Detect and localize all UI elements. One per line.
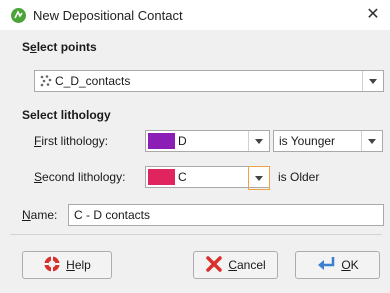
help-icon <box>43 255 61 276</box>
chevron-down-icon[interactable] <box>362 71 383 91</box>
title-bar: New Depositional Contact ✕ <box>0 0 390 30</box>
ok-button[interactable]: OK <box>295 251 380 279</box>
cancel-button[interactable]: Cancel <box>193 251 278 279</box>
select-lithology-heading: Select lithology <box>22 108 111 122</box>
first-relation-value: is Younger <box>279 134 336 148</box>
name-input-value: C - D contacts <box>74 208 151 222</box>
chevron-down-icon[interactable] <box>361 131 382 151</box>
dialog-body: Select points C_D_contacts Select lithol… <box>0 30 390 293</box>
first-lithology-label: First lithology: <box>34 134 109 148</box>
second-lithology-label: Second lithology: <box>34 170 126 184</box>
chevron-down-icon[interactable] <box>248 131 269 151</box>
select-points-heading: Select points <box>22 40 97 54</box>
first-lithology-value: D <box>178 134 187 148</box>
first-lithology-swatch <box>148 133 175 149</box>
ok-icon <box>316 255 336 276</box>
name-label: Name: <box>22 208 58 222</box>
window-title: New Depositional Contact <box>33 8 183 23</box>
chevron-down-icon[interactable] <box>248 166 270 190</box>
ok-label: OK <box>341 258 359 272</box>
points-icon <box>39 74 53 91</box>
cancel-label: Cancel <box>228 258 266 272</box>
select-points-value: C_D_contacts <box>55 74 131 88</box>
divider <box>10 234 382 235</box>
help-label: Help <box>66 258 91 272</box>
second-relation-text: is Older <box>278 170 320 184</box>
app-icon <box>11 8 26 23</box>
close-icon[interactable]: ✕ <box>362 4 384 26</box>
first-lithology-dropdown[interactable]: D <box>145 130 270 152</box>
first-relation-dropdown[interactable]: is Younger <box>273 130 383 152</box>
second-lithology-value: C <box>178 170 187 184</box>
select-points-dropdown[interactable]: C_D_contacts <box>34 70 384 92</box>
second-lithology-swatch <box>148 169 175 185</box>
cancel-icon <box>205 255 223 276</box>
name-input[interactable]: C - D contacts <box>68 204 384 226</box>
help-button[interactable]: Help <box>22 251 112 279</box>
second-lithology-dropdown[interactable]: C <box>145 166 270 190</box>
